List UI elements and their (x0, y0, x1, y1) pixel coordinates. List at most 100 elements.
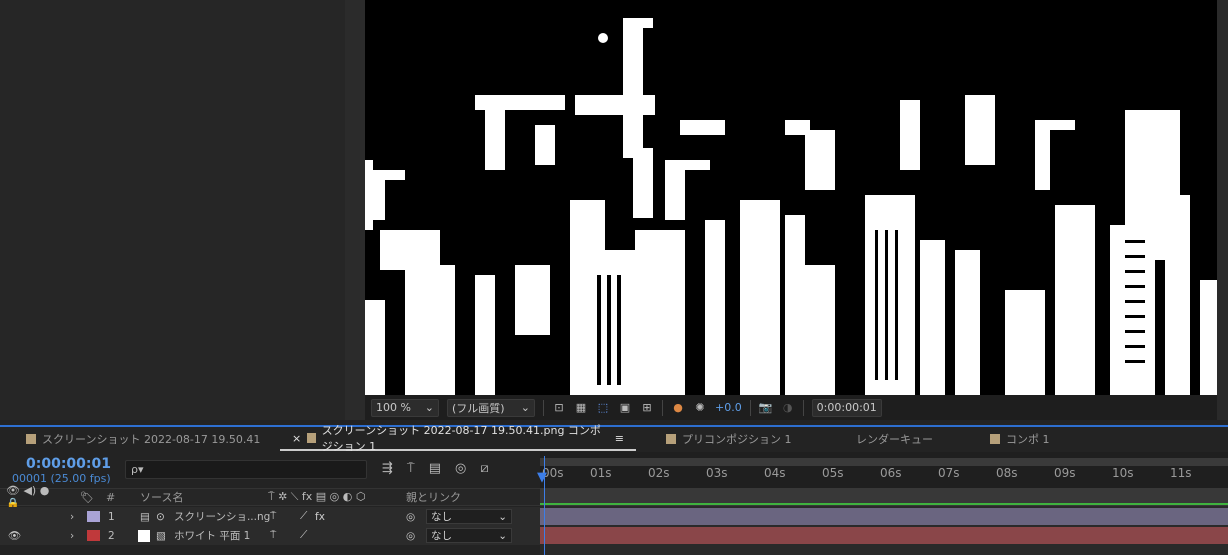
search-icon: ρ▾ (131, 463, 144, 476)
source-icon: ⊙ (156, 510, 165, 523)
ruler-tick: 08s (996, 466, 1018, 480)
panel-divider (345, 0, 365, 420)
layer-row[interactable]: › 1 ▤ ⊙ スクリーンショ...ng ⍑ ⟋ fx ◎ なし ⌄ (0, 507, 540, 526)
snapshot-monitor-icon[interactable]: ⊡ (552, 401, 566, 415)
ruler-tick: 06s (880, 466, 902, 480)
layer-color-label[interactable] (87, 511, 100, 522)
toolbar-divider (543, 399, 544, 416)
ruler-tick: 09s (1054, 466, 1076, 480)
parent-value: なし (431, 530, 452, 542)
menu-icon[interactable]: ≡ (615, 432, 624, 445)
ruler-tick: 01s (590, 466, 612, 480)
exposure-value[interactable]: +0.0 (715, 401, 742, 414)
parent-select[interactable]: なし ⌄ (426, 528, 512, 543)
region-of-interest-icon[interactable]: ▣ (618, 401, 632, 415)
solid-swatch (138, 529, 150, 542)
quality-switch-icon[interactable]: ⟋ (300, 529, 307, 542)
tab-screenshot[interactable]: スクリーンショット 2022-08-17 19.50.41 (0, 427, 280, 451)
tab-precomposition-1[interactable]: プリコンポジション 1 (636, 427, 816, 451)
layer-name[interactable]: スクリーンショ...ng (174, 509, 270, 524)
tab-color-swatch (26, 434, 36, 444)
chevron-down-icon: ⌄ (498, 510, 507, 523)
layer-switches-icon: ⍑ ✲ ⟍ fx ▤ ◎ ◐ ⬡ (268, 490, 366, 503)
viewer-image (365, 0, 1217, 395)
viewer-scrollbar[interactable] (1217, 0, 1228, 420)
camera-icon[interactable]: 📷 (759, 401, 773, 415)
resolution-select[interactable]: (フル画質) ⌄ (447, 398, 535, 417)
time-ruler[interactable]: 00s 01s 02s 03s 04s 05s 06s 07s 08s 09s … (540, 452, 1228, 488)
transparency-grid-icon[interactable]: ▦ (574, 401, 588, 415)
tab-color-swatch (307, 433, 316, 443)
tab-color-swatch (990, 434, 1000, 444)
project-panel (0, 0, 345, 420)
toolbar-divider (749, 399, 751, 416)
solid-icon: ▧ (156, 529, 166, 542)
viewer-timecode[interactable]: 0:00:00:01 (811, 398, 882, 417)
tab-color-swatch (666, 434, 676, 444)
timeline-switches: ⇶ ⍑ ▤ ◎ ⧄ (382, 461, 489, 476)
ruler-tick: 11s (1170, 466, 1192, 480)
parent-link-header: 親とリンク (406, 491, 461, 504)
tab-comp-1[interactable]: コンポ 1 (946, 427, 1062, 451)
timeline-tracks[interactable] (540, 488, 1228, 555)
timeline-timecode[interactable]: 0:00:00:01 (26, 456, 111, 472)
zoom-value: 100 % (376, 401, 411, 414)
motion-blur-icon[interactable]: ◎ (455, 461, 466, 476)
parent-value: なし (431, 511, 452, 523)
timeline-tab-bar: スクリーンショット 2022-08-17 19.50.41 × スクリーンショット… (0, 424, 1228, 453)
layer-number: 1 (108, 510, 115, 523)
ruler-tick: 02s (648, 466, 670, 480)
tab-composition-1[interactable]: × スクリーンショット 2022-08-17 19.50.41.png コンポジシ… (280, 424, 636, 453)
chevron-down-icon: ⌄ (424, 401, 434, 414)
shy-icon[interactable]: ⍑ (407, 461, 415, 476)
pickwhip-icon[interactable]: ◎ (406, 511, 415, 523)
tab-label: スクリーンショット 2022-08-17 19.50.41.png コンポジショ… (321, 424, 601, 453)
layer-search-input[interactable]: ρ▾ (125, 460, 367, 479)
graph-editor-icon[interactable]: ⧄ (480, 461, 488, 476)
frame-blending-icon[interactable]: ▤ (429, 461, 441, 476)
ruler-tick: 05s (822, 466, 844, 480)
composition-viewer[interactable] (365, 0, 1217, 395)
layer-bar-1[interactable] (540, 508, 1228, 525)
ruler-tick: 04s (764, 466, 786, 480)
zoom-select[interactable]: 100 % ⌄ (371, 398, 439, 417)
mask-path-icon[interactable]: ⬚ (596, 401, 610, 415)
pickwhip-icon[interactable]: ◎ (406, 530, 415, 542)
channel-icon[interactable]: ● (671, 401, 685, 415)
tab-render-queue[interactable]: レンダーキュー (816, 427, 946, 451)
label-icon[interactable]: 🏷 (80, 491, 94, 504)
chevron-down-icon: ⌄ (520, 401, 530, 414)
toolbar-divider (662, 399, 663, 416)
toolbar-divider (802, 399, 804, 416)
layer-row[interactable]: 👁 › 2 ▧ ホワイト 平面 1 ⍑ ⟋ ◎ なし ⌄ (0, 526, 540, 545)
shy-switch-icon[interactable]: ⍑ (270, 510, 276, 523)
layer-name[interactable]: ホワイト 平面 1 (174, 528, 250, 543)
shy-switch-icon[interactable]: ⍑ (270, 529, 276, 542)
work-area-bar[interactable] (540, 458, 1228, 466)
eye-icon[interactable]: 👁 (8, 529, 21, 542)
tab-label: コンポ 1 (1006, 433, 1050, 446)
chevron-down-icon: ⌄ (498, 529, 507, 542)
reset-exposure-icon[interactable]: ✺ (693, 401, 707, 415)
tab-label: プリコンポジション 1 (682, 433, 792, 446)
playhead-icon[interactable]: ▼ (537, 470, 551, 485)
layer-panel-empty (0, 545, 540, 555)
fx-switch[interactable]: fx (315, 511, 325, 523)
tab-label: レンダーキュー (856, 433, 933, 446)
layer-bar-2[interactable] (540, 527, 1228, 544)
expand-chevron-icon[interactable]: › (70, 530, 74, 542)
layer-color-label[interactable] (87, 530, 100, 541)
source-name-header[interactable]: ソース名 (140, 489, 183, 505)
viewer-timecode-value: 0:00:00:01 (816, 401, 877, 414)
expand-chevron-icon[interactable]: › (70, 511, 74, 523)
viewer-toolbar: 100 % ⌄ (フル画質) ⌄ ⊡ ▦ ⬚ ▣ ⊞ ● ✺ +0.0 📷 ◑ 0:… (365, 395, 1217, 420)
resolution-value: (フル画質) (452, 401, 505, 415)
parent-select[interactable]: なし ⌄ (426, 509, 512, 524)
comp-flowchart-icon[interactable]: ⇶ (382, 461, 393, 476)
guides-icon[interactable]: ⊞ (640, 401, 654, 415)
quality-switch-icon[interactable]: ⟋ (300, 510, 307, 523)
tab-label: スクリーンショット 2022-08-17 19.50.41 (42, 433, 261, 446)
close-icon[interactable]: × (292, 432, 301, 445)
ruler-tick: 03s (706, 466, 728, 480)
show-snapshot-icon[interactable]: ◑ (781, 401, 795, 415)
